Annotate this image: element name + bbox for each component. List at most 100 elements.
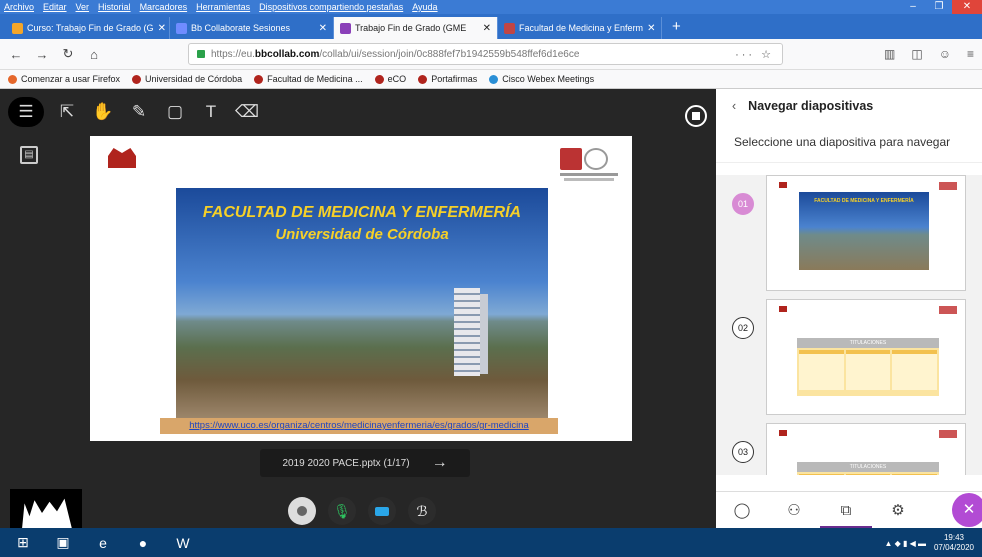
- minimize-button[interactable]: –: [900, 0, 926, 14]
- maximize-button[interactable]: ❐: [926, 0, 952, 14]
- word-icon[interactable]: W: [172, 532, 194, 554]
- home-icon[interactable]: ⌂: [86, 47, 102, 62]
- file-explorer-icon[interactable]: ▣: [52, 532, 74, 554]
- bookmark-eco[interactable]: eCO: [374, 74, 406, 84]
- camera-icon: [375, 506, 389, 516]
- firefox-icon[interactable]: ●: [132, 532, 154, 554]
- tab-title: Bb Collaborate Sesiones: [191, 23, 291, 33]
- tab-close-icon[interactable]: ✕: [647, 23, 655, 34]
- avatar[interactable]: [288, 497, 316, 525]
- bookmark-icon: [8, 74, 17, 84]
- slide-thumbnail-row[interactable]: 02 TITULACIONES: [716, 299, 982, 423]
- sidebar-icon[interactable]: ◫: [911, 47, 922, 61]
- bookmark-portafirmas[interactable]: Portafirmas: [418, 74, 477, 84]
- bookmark-webex[interactable]: Cisco Webex Meetings: [489, 74, 594, 84]
- slide-pager: 2019 2020 PACE.pptx (1/17) →: [260, 449, 470, 477]
- menu-icon[interactable]: ☰: [8, 97, 44, 127]
- panel-subtitle: Seleccione una diapositiva para navegar: [716, 123, 982, 163]
- close-panel-icon[interactable]: ✕: [952, 493, 982, 527]
- settings-icon[interactable]: ⚙: [872, 501, 924, 519]
- bookmark-label: Facultad de Medicina ...: [267, 74, 363, 84]
- navigate-slides-panel: ‹ Navegar diapositivas Seleccione una di…: [716, 89, 982, 529]
- url-bar[interactable]: https://eu.bbcollab.com/collab/ui/sessio…: [188, 43, 783, 65]
- slide-card[interactable]: TITULACIONES: [766, 299, 966, 415]
- tab-title: Facultad de Medicina y Enferm: [519, 23, 644, 33]
- pager-position: (1/17): [383, 457, 410, 469]
- menu-herramientas[interactable]: Herramientas: [196, 2, 250, 12]
- slide-number: 01: [732, 193, 754, 215]
- navigation-bar: ← → ↻ ⌂ https://eu.bbcollab.com/collab/u…: [0, 39, 982, 70]
- menu-ver[interactable]: Ver: [76, 2, 90, 12]
- microphone-button[interactable]: 🎙: [328, 497, 356, 525]
- bookmarks-bar: Comenzar a usar Firefox Universidad de C…: [0, 70, 982, 89]
- chat-icon[interactable]: ◯: [716, 501, 768, 519]
- tab-close-icon[interactable]: ✕: [158, 23, 166, 34]
- start-icon[interactable]: ⊞: [12, 532, 34, 554]
- slide-card[interactable]: TITULACIONES: [766, 423, 966, 475]
- bookmark-icon: [489, 74, 499, 84]
- clock[interactable]: 19:43 07/04/2020: [934, 533, 974, 553]
- building-side: [480, 294, 488, 374]
- forward-icon[interactable]: →: [34, 47, 50, 62]
- slide-panel-icon[interactable]: ▤: [20, 146, 38, 164]
- session-controls: 🎙 ℬ: [288, 497, 436, 525]
- library-icon[interactable]: ▥: [884, 47, 895, 61]
- slide-subtitle: Universidad de Córdoba: [275, 226, 449, 243]
- slide-card[interactable]: FACULTAD DE MEDICINA Y ENFERMERÍA: [766, 175, 966, 291]
- shape-icon[interactable]: ▢: [162, 99, 188, 125]
- slide-thumbnail-row[interactable]: 03 TITULACIONES: [716, 423, 982, 475]
- eraser-icon[interactable]: ⌫: [234, 99, 260, 125]
- menu-ayuda[interactable]: Ayuda: [412, 2, 437, 12]
- page-actions-icon[interactable]: ··· ☆: [735, 48, 774, 61]
- tray-icons[interactable]: ▲ ◆ ▮ ◀ ▬: [884, 539, 926, 548]
- edge-icon[interactable]: e: [92, 532, 114, 554]
- slide-number: 02: [732, 317, 754, 339]
- pan-icon[interactable]: ✋: [90, 99, 116, 125]
- slide-thumbnail-row[interactable]: 01 FACULTAD DE MEDICINA Y ENFERMERÍA: [716, 175, 982, 299]
- stop-icon: [692, 112, 700, 120]
- menu-marcadores[interactable]: Marcadores: [140, 2, 188, 12]
- menu-dispositivos[interactable]: Dispositivos compartiendo pestañas: [259, 2, 403, 12]
- back-chevron-icon[interactable]: ‹: [732, 99, 736, 113]
- mini-logo-right: [939, 306, 957, 314]
- mini-title: FACULTAD DE MEDICINA Y ENFERMERÍA: [814, 198, 914, 204]
- mini-table: TITULACIONES: [797, 462, 939, 475]
- slide-link[interactable]: https://www.uco.es/organiza/centros/medi…: [160, 418, 558, 434]
- text-icon[interactable]: T: [198, 99, 224, 125]
- hamburger-menu-icon[interactable]: ≡: [967, 47, 974, 61]
- avatar-icon: [297, 506, 307, 516]
- system-tray: ▲ ◆ ▮ ◀ ▬ 19:43 07/04/2020: [884, 533, 974, 553]
- next-slide-icon[interactable]: →: [432, 454, 448, 472]
- panel-title: Navegar diapositivas: [748, 99, 874, 113]
- tab-close-icon[interactable]: ✕: [483, 23, 491, 34]
- account-icon[interactable]: ☺: [939, 47, 951, 61]
- lock-icon: [197, 50, 205, 58]
- menu-archivo[interactable]: Archivo: [4, 2, 34, 12]
- reload-icon[interactable]: ↻: [60, 46, 76, 62]
- tab-bar: Curso: Trabajo Fin de Grado (G ✕ Bb Colla…: [0, 14, 982, 39]
- pencil-icon[interactable]: ✎: [126, 99, 152, 125]
- new-tab-button[interactable]: +: [662, 18, 691, 35]
- tab-close-icon[interactable]: ✕: [319, 23, 327, 34]
- tab-facultad[interactable]: Facultad de Medicina y Enferm ✕: [498, 17, 662, 39]
- camera-button[interactable]: [368, 497, 396, 525]
- stop-sharing-button[interactable]: [685, 105, 707, 127]
- tab-trabajo-fin-de-grado[interactable]: Trabajo Fin de Grado (GME ✕: [334, 17, 498, 39]
- tab-collaborate[interactable]: Bb Collaborate Sesiones ✕: [170, 17, 334, 39]
- window-close-button[interactable]: ✕: [952, 0, 982, 14]
- back-icon[interactable]: ←: [8, 47, 24, 62]
- participants-icon[interactable]: ⚇: [768, 501, 820, 519]
- bookmark-label: Universidad de Córdoba: [145, 74, 243, 84]
- menu-editar[interactable]: Editar: [43, 2, 67, 12]
- mini-logo: [779, 430, 787, 436]
- tab-curso[interactable]: Curso: Trabajo Fin de Grado (G ✕: [6, 17, 170, 39]
- bookmark-uco[interactable]: Universidad de Córdoba: [132, 74, 242, 84]
- bookmark-icon: [132, 74, 142, 84]
- bookmark-firefox[interactable]: Comenzar a usar Firefox: [8, 74, 120, 84]
- raise-hand-button[interactable]: ℬ: [408, 497, 436, 525]
- bookmark-facultad[interactable]: Facultad de Medicina ...: [254, 74, 363, 84]
- select-icon[interactable]: ⇱: [54, 99, 80, 125]
- share-content-icon[interactable]: ⧉: [820, 492, 872, 529]
- menu-historial[interactable]: Historial: [98, 2, 131, 12]
- video-thumbnail: [10, 489, 82, 529]
